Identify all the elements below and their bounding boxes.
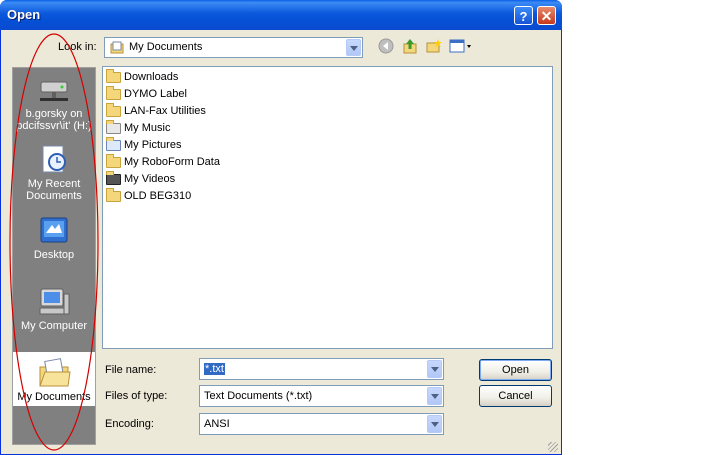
up-one-level-icon[interactable] [400, 38, 420, 58]
chevron-down-icon[interactable] [427, 360, 442, 378]
list-item[interactable]: LAN-Fax Utilities [106, 102, 206, 119]
back-icon[interactable] [376, 38, 396, 58]
open-dialog: Open ? ✕ Look in: My Documents b.gorsky … [0, 0, 562, 455]
file-list[interactable]: Downloads DYMO Label LAN-Fax Utilities M… [102, 66, 553, 349]
list-item[interactable]: My Videos [106, 170, 175, 187]
close-button[interactable]: ✕ [537, 6, 556, 25]
encoding-value: ANSI [204, 418, 230, 430]
chevron-down-icon[interactable] [427, 387, 442, 405]
files-of-type-value: Text Documents (*.txt) [204, 390, 313, 402]
cancel-button[interactable]: Cancel [479, 385, 552, 407]
resize-grip[interactable] [548, 442, 558, 452]
new-folder-icon[interactable] [424, 38, 444, 58]
encoding-select[interactable]: ANSI [199, 413, 444, 435]
file-name-value: *.txt [204, 363, 225, 375]
look-in-dropdown[interactable]: My Documents [104, 37, 363, 58]
files-of-type-label: Files of type: [105, 390, 168, 402]
list-item[interactable]: My Music [106, 119, 170, 136]
annotation-ellipse [9, 33, 99, 451]
list-item[interactable]: DYMO Label [106, 85, 187, 102]
encoding-label: Encoding: [105, 418, 154, 430]
file-name-input[interactable]: *.txt [199, 358, 444, 380]
my-documents-small-icon [110, 41, 124, 54]
list-item[interactable]: Downloads [106, 68, 178, 85]
file-name-label: File name: [105, 364, 157, 376]
list-item[interactable]: My RoboForm Data [106, 153, 220, 170]
help-button[interactable]: ? [514, 6, 533, 25]
files-of-type-select[interactable]: Text Documents (*.txt) [199, 385, 444, 407]
open-button[interactable]: Open [479, 359, 552, 381]
chevron-down-icon[interactable] [346, 39, 361, 56]
chevron-down-icon[interactable] [427, 415, 442, 433]
views-menu-icon[interactable] [448, 38, 474, 58]
dialog-title: Open [7, 7, 41, 22]
list-item[interactable]: My Pictures [106, 136, 181, 153]
list-item[interactable]: OLD BEG310 [106, 187, 191, 204]
look-in-value: My Documents [129, 41, 203, 53]
title-bar[interactable]: Open ? ✕ [0, 0, 562, 30]
